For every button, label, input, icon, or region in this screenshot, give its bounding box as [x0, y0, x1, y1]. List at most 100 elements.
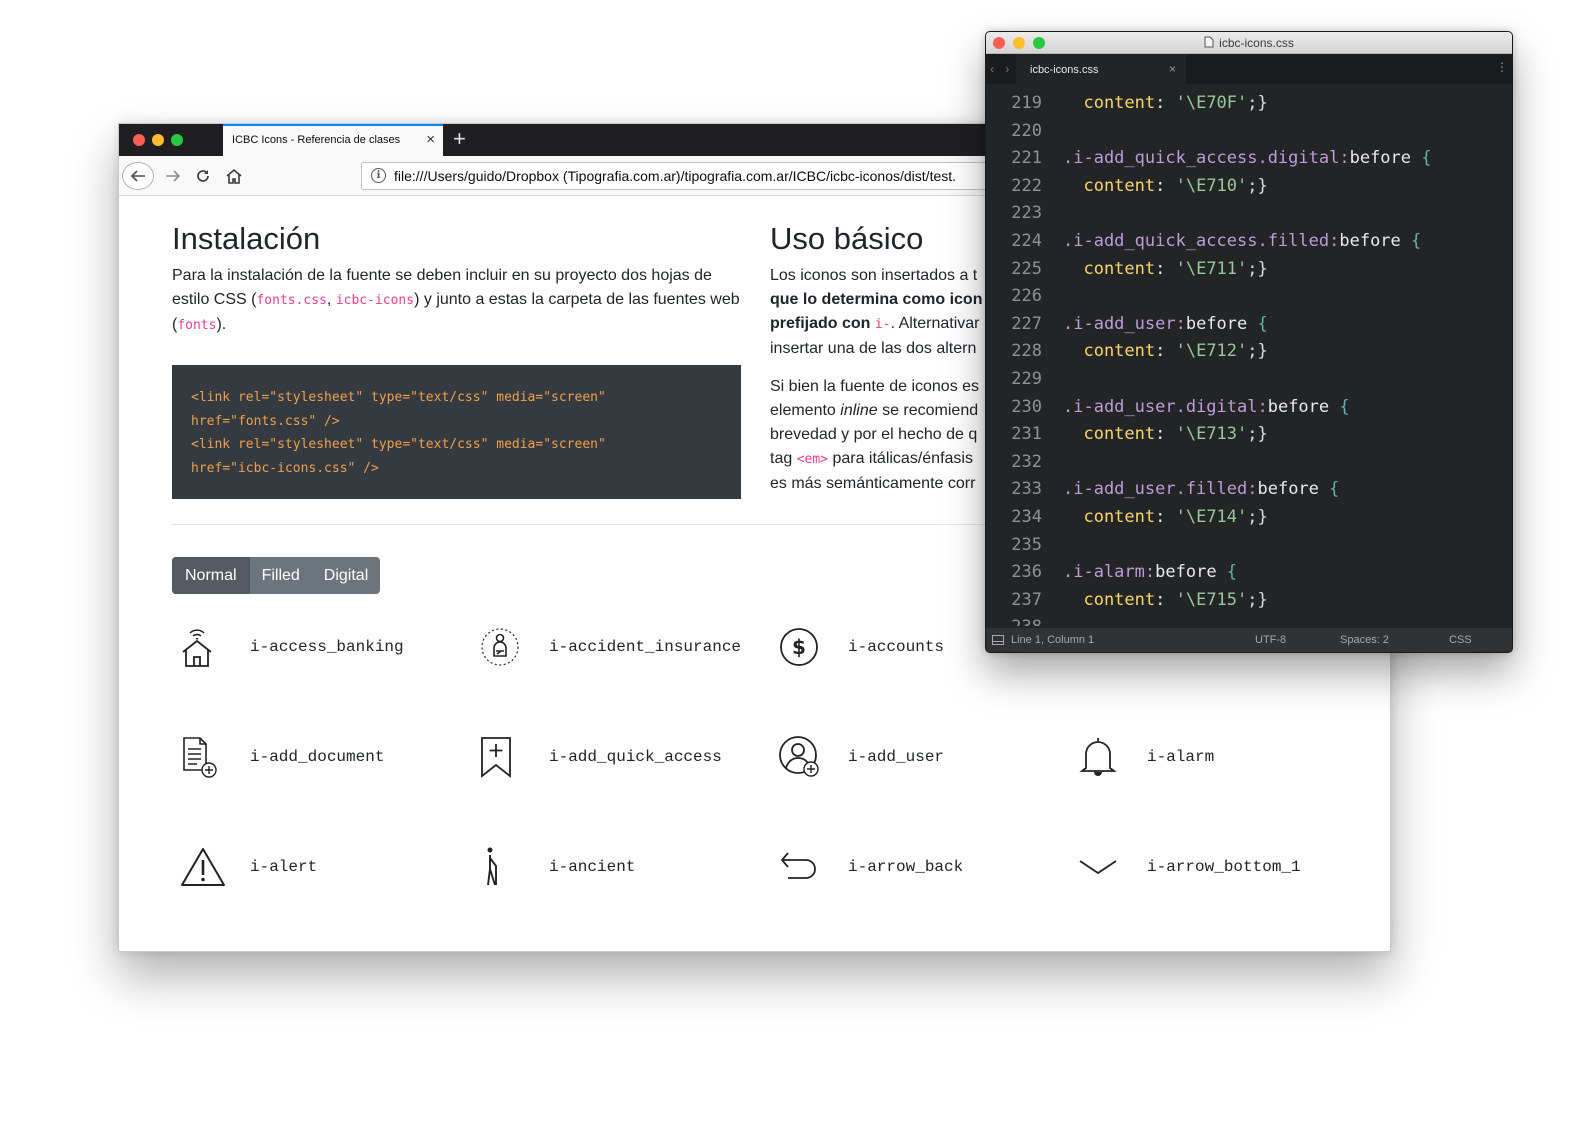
token-pseudo: before	[1155, 562, 1217, 583]
forward-button[interactable]	[161, 162, 185, 190]
token-punct: ;}	[1247, 424, 1268, 445]
chevron-down-icon	[1079, 860, 1117, 875]
info-icon[interactable]: i	[371, 168, 386, 183]
code-line: 228 content: '\E712';}	[986, 338, 1512, 365]
token-string: '\E710'	[1175, 175, 1248, 196]
dollar-circle-icon: $	[780, 628, 818, 666]
token-colon: :	[1257, 396, 1268, 417]
house-wifi-icon	[182, 629, 212, 667]
code-line: 233 .i-add_user.filled:before {	[986, 476, 1512, 503]
line-number: 225	[1011, 258, 1042, 279]
panel-icon[interactable]	[992, 635, 1004, 645]
code-area[interactable]: 219 content: '\E70F';} 220 221 .i-add_quick…	[986, 90, 1512, 626]
token-brace: {	[1247, 313, 1268, 334]
cursor-position[interactable]: Line 1, Column 1	[1011, 634, 1094, 646]
code-fonts-css: fonts.css	[256, 293, 327, 308]
close-icon[interactable]: ×	[1169, 62, 1176, 76]
usage-em: inline	[840, 402, 878, 419]
token-brace: {	[1318, 479, 1340, 500]
minimize-window-icon[interactable]	[152, 134, 164, 146]
icon-name: i-add_quick_access	[549, 748, 722, 766]
back-button[interactable]	[122, 162, 154, 190]
token-punct: ;}	[1247, 507, 1268, 527]
line-content: content: '\E710';}	[1063, 173, 1267, 200]
icon-name: i-arrow_bottom_1	[1147, 858, 1301, 876]
line-content: content: '\E715';}	[1063, 587, 1267, 614]
close-window-icon[interactable]	[133, 134, 145, 146]
person-cast-icon	[481, 628, 519, 666]
code-line: 229	[986, 366, 1512, 393]
editor-tab[interactable]: icbc-icons.css ×	[1016, 54, 1186, 84]
token-colon: :	[1144, 562, 1156, 583]
token-selector: .i-add_user.digital	[1063, 396, 1258, 417]
token-string: '\E711'	[1175, 258, 1248, 279]
icon-item: i-add_document	[172, 727, 472, 787]
line-number: 231	[1011, 424, 1042, 445]
install-title: Instalación	[172, 221, 321, 256]
token-string: '\E713'	[1175, 424, 1248, 445]
token-selector: .i-alarm	[1063, 562, 1145, 583]
code-line: <link rel="stylesheet" type="text/css" m…	[191, 390, 606, 405]
filter-normal-button[interactable]: Normal	[172, 557, 250, 594]
code-line: href="icbc-icons.css" />	[191, 460, 379, 476]
editor-window: icbc-icons.css ‹ › icbc-icons.css × ⋮ 21…	[985, 31, 1513, 653]
line-content: .i-add_quick_access.digital:before {	[1063, 145, 1432, 172]
code-line: 223	[986, 200, 1512, 227]
status-bar: Line 1, Column 1 UTF-8 Spaces: 2 CSS	[986, 628, 1512, 652]
code-line: 234 content: '\E714';}	[986, 504, 1512, 531]
usage-line: Los iconos son insertados a t	[770, 267, 978, 284]
token-brace: {	[1400, 231, 1422, 251]
line-number: 237	[1011, 589, 1042, 610]
browser-tab[interactable]: ICBC Icons - Referencia de clases ×	[223, 124, 443, 156]
token-property: content	[1063, 258, 1156, 279]
icon-item: i-alarm	[1069, 727, 1369, 787]
icon-name: i-alarm	[1147, 748, 1215, 766]
icon-name: i-accounts	[848, 638, 945, 656]
line-number: 238	[986, 614, 1042, 626]
filter-digital-button[interactable]: Digital	[311, 557, 381, 594]
elder-cane-icon	[487, 847, 497, 886]
icon-item: i-alert	[172, 837, 472, 897]
usage-line: Si bien la fuente de iconos es	[770, 378, 980, 395]
code-line: 219 content: '\E70F';}	[986, 90, 1512, 117]
editor-tab-label: icbc-icons.css	[1030, 64, 1099, 76]
filter-filled-button[interactable]: Filled	[249, 557, 312, 594]
token-selector: .i-add_quick_access.digital	[1063, 148, 1340, 169]
token-pseudo: before	[1267, 396, 1330, 417]
code-line: 225 content: '\E711';}	[986, 256, 1512, 283]
zoom-window-icon[interactable]	[171, 134, 183, 146]
more-icon[interactable]: ⋮	[1496, 60, 1508, 74]
editor-tabbar: ‹ › icbc-icons.css × ⋮	[986, 54, 1512, 84]
icon-item: i-ancient	[471, 837, 771, 897]
token-selector: .i-add_user.filled	[1063, 479, 1248, 500]
token-colon: :	[1155, 507, 1176, 527]
file-icon	[1204, 36, 1214, 48]
token-pseudo: before	[1185, 313, 1248, 334]
reload-icon	[197, 170, 209, 182]
editor-title-text: icbc-icons.css	[1219, 36, 1294, 50]
warning-triangle-icon	[181, 848, 225, 886]
token-pseudo: before	[1339, 231, 1401, 251]
home-icon	[226, 168, 242, 184]
home-button[interactable]	[222, 162, 246, 190]
token-pseudo: before	[1257, 479, 1319, 500]
usage-line: elemento	[770, 402, 841, 419]
syntax[interactable]: CSS	[1449, 634, 1472, 646]
icon-name: i-add_user	[848, 748, 945, 766]
encoding[interactable]: UTF-8	[1255, 634, 1286, 646]
reload-button[interactable]	[191, 162, 215, 190]
code-line: 220	[986, 118, 1512, 145]
new-tab-button[interactable]: +	[453, 126, 466, 152]
usage-line: brevedad y por el hecho de q	[770, 426, 978, 443]
token-brace: {	[1329, 396, 1350, 417]
code-line: 237 content: '\E715';}	[986, 587, 1512, 614]
usage-line: insertar una de las dos altern	[770, 340, 977, 357]
usage-line: . Alternativar	[890, 315, 980, 332]
usage-line: es más semánticamente corr	[770, 475, 976, 492]
indentation[interactable]: Spaces: 2	[1340, 634, 1389, 646]
code-line: 230 .i-add_user.digital:before {	[986, 394, 1512, 421]
token-pseudo: before	[1349, 148, 1412, 169]
line-number: 227	[1011, 313, 1042, 334]
tab-close-icon[interactable]: ×	[426, 131, 435, 148]
tab-nav-arrows[interactable]: ‹ ›	[990, 62, 1013, 76]
